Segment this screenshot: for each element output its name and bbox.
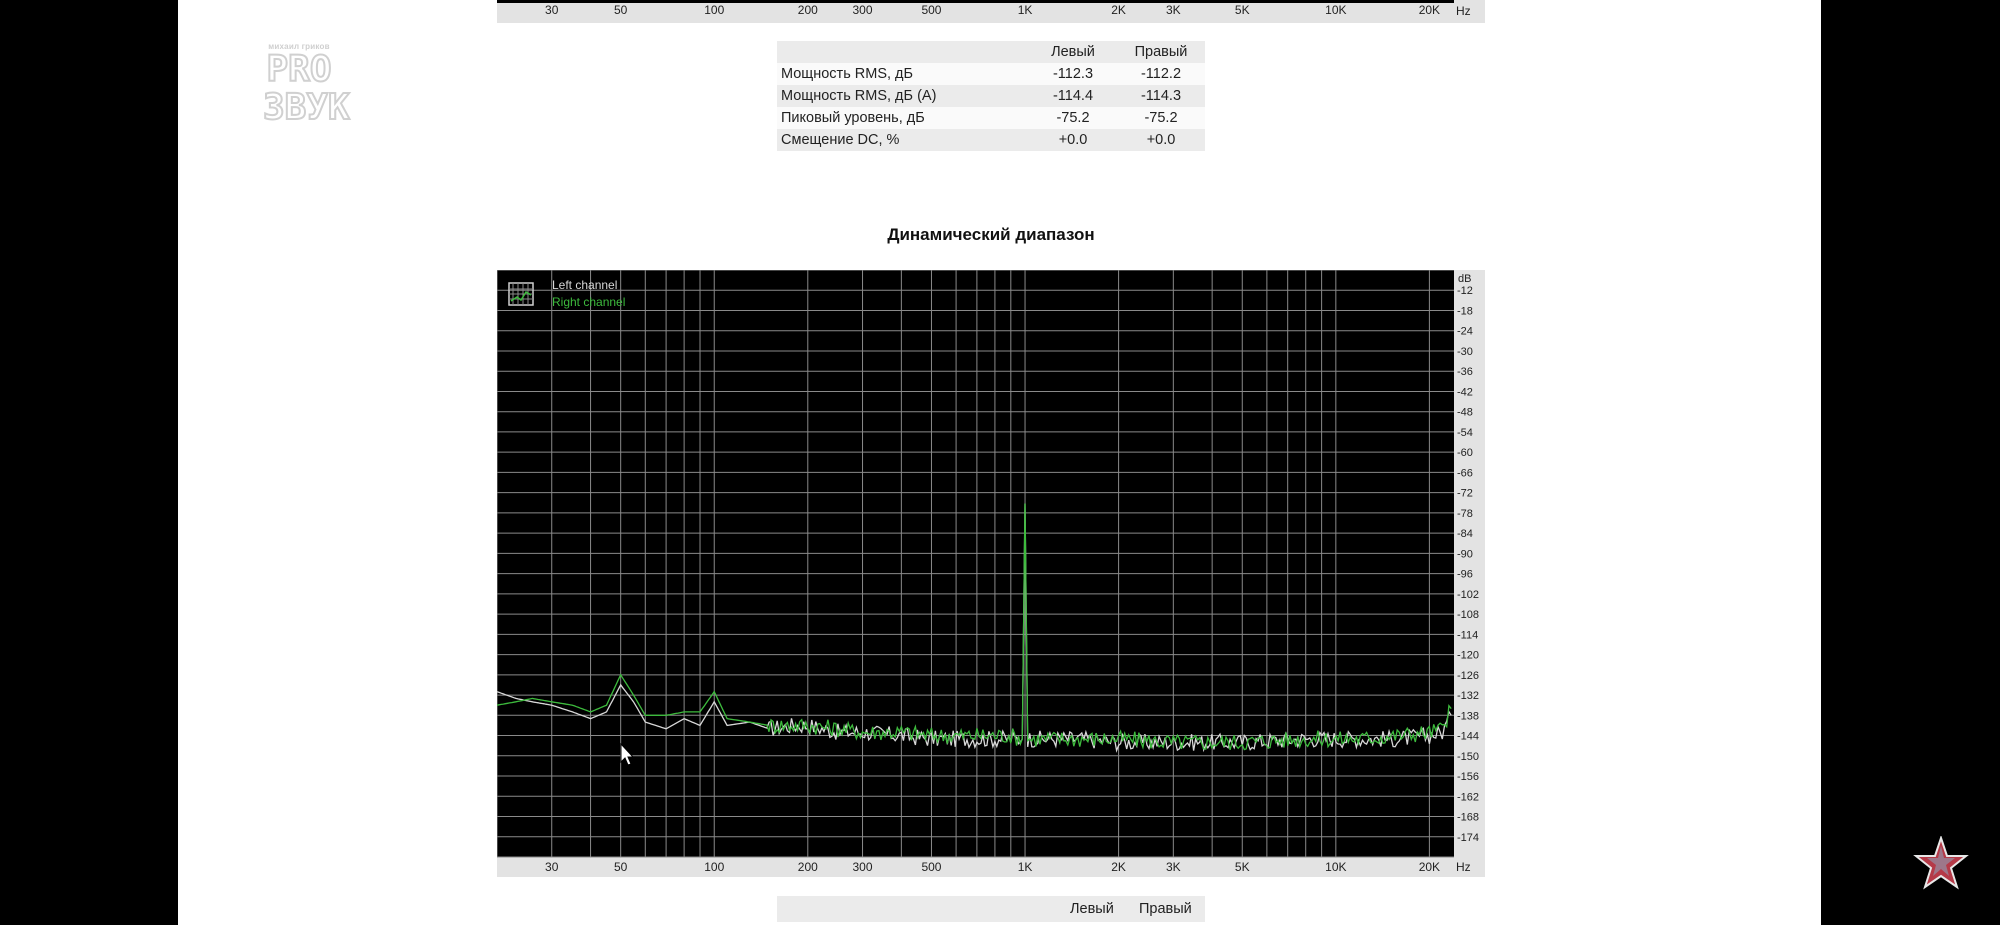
plot-background (497, 270, 1454, 857)
row-label: Смещение DC, % (777, 129, 1029, 151)
top-x-axis: 30 50 100 200 300 500 1K 2K 3K 5K 10K 20K Hz (497, 0, 1485, 23)
table-header-left: Левый (1029, 41, 1117, 63)
left-value: -75.2 (1029, 107, 1117, 129)
y-tick-label: -102 (1457, 589, 1479, 601)
table-row: Смещение DC, % +0.0 +0.0 (777, 129, 1205, 151)
y-tick-label: -54 (1457, 427, 1473, 439)
logo-line1: PRO (265, 49, 332, 90)
x-tick-label: 1K (1018, 860, 1033, 874)
left-value: -112.3 (1029, 63, 1117, 85)
y-tick-label: -156 (1457, 771, 1479, 783)
y-tick-label: -162 (1457, 791, 1479, 803)
stats-table: Левый Правый Мощность RMS, дБ -112.3 -11… (777, 41, 1205, 151)
y-tick-label: -108 (1457, 609, 1479, 621)
y-tick-label: -120 (1457, 650, 1479, 662)
y-tick-label: -42 (1457, 386, 1473, 398)
y-tick-label: -96 (1457, 569, 1473, 581)
x-unit-label: Hz (1456, 860, 1471, 874)
y-tick-label: -66 (1457, 467, 1473, 479)
chart-title: Динамический диапазон (887, 225, 1095, 244)
y-tick-label: -138 (1457, 710, 1479, 722)
bottom-table-header: Левый Правый (777, 896, 1205, 922)
bottom-header-left: Левый (1070, 901, 1114, 917)
x-tick-label: 2K (1111, 860, 1126, 874)
left-value: -114.4 (1029, 85, 1117, 107)
y-tick-label: -126 (1457, 670, 1479, 682)
logo-line2: ЗВУК (262, 87, 351, 128)
bottom-header-right: Правый (1139, 901, 1192, 917)
right-value: -114.3 (1117, 85, 1205, 107)
y-tick-label: -36 (1457, 366, 1473, 378)
x-tick-label: 100 (704, 3, 725, 17)
x-tick-label: 20K (1418, 3, 1441, 17)
y-tick-label: -60 (1457, 447, 1473, 459)
x-tick-label: 100 (704, 860, 724, 874)
x-tick-label: 2K (1111, 3, 1126, 17)
right-value: +0.0 (1117, 129, 1205, 151)
x-tick-label: 30 (545, 3, 559, 17)
x-tick-label: 200 (798, 860, 818, 874)
y-tick-label: -150 (1457, 751, 1479, 763)
row-label: Мощность RMS, дБ (A) (777, 85, 1029, 107)
x-tick-label: 20K (1419, 860, 1440, 874)
row-label: Мощность RMS, дБ (777, 63, 1029, 85)
x-tick-label: 10K (1325, 860, 1346, 874)
table-header-right: Правый (1117, 41, 1205, 63)
y-tick-label: -48 (1457, 407, 1473, 419)
table-header-empty (777, 41, 1029, 63)
x-tick-label: 300 (853, 860, 873, 874)
x-tick-label: 1K (1017, 3, 1033, 17)
x-tick-label: 300 (852, 3, 873, 17)
y-tick-label: -24 (1457, 326, 1473, 338)
x-tick-label: 10K (1325, 3, 1347, 17)
x-tick-label: 50 (613, 3, 628, 17)
y-tick-label: -12 (1457, 285, 1473, 297)
table-row: Пиковый уровень, дБ -75.2 -75.2 (777, 107, 1205, 129)
y-tick-label: -144 (1457, 731, 1479, 743)
y-tick-label: -132 (1457, 690, 1479, 702)
y-tick-label: -84 (1457, 528, 1473, 540)
x-unit-label: Hz (1456, 4, 1471, 18)
x-tick-label: 200 (797, 3, 818, 17)
table-row: Мощность RMS, дБ (A) -114.4 -114.3 (777, 85, 1205, 107)
y-tick-label: -72 (1457, 488, 1473, 500)
legend-left-channel: Left channel (552, 278, 617, 292)
row-label: Пиковый уровень, дБ (777, 107, 1029, 129)
y-tick-label: -90 (1457, 548, 1473, 560)
y-tick-label: -168 (1457, 812, 1479, 824)
spectrum-chart: -12 -18 -24 -30 -36 -42 -48 -54 -60 -66 -72 -78 -84 -… (497, 270, 1485, 877)
chart-bottom-edge (497, 0, 1454, 3)
x-tick-label: 30 (545, 860, 559, 874)
x-tick-label: 500 (921, 860, 941, 874)
y-tick-label: -78 (1457, 508, 1473, 520)
x-tick-label: 3K (1166, 860, 1181, 874)
y-tick-label: -174 (1457, 832, 1479, 844)
y-tick-label: -18 (1457, 305, 1473, 317)
left-value: +0.0 (1029, 129, 1117, 151)
x-tick-label: 500 (921, 3, 942, 17)
logo: михаил гриков PRO ЗВУК (262, 42, 351, 138)
x-tick-label: 50 (614, 860, 628, 874)
table-row: Мощность RMS, дБ -112.3 -112.2 (777, 63, 1205, 85)
right-value: -112.2 (1117, 63, 1205, 85)
right-value: -75.2 (1117, 107, 1205, 129)
y-tick-label: -114 (1457, 629, 1478, 641)
x-tick-label: 5K (1234, 3, 1250, 17)
y-tick-label: -30 (1457, 346, 1473, 358)
x-tick-label: 5K (1235, 860, 1250, 874)
y-axis-panel (1454, 270, 1485, 857)
table-header-row: Левый Правый (777, 41, 1205, 63)
x-tick-label: 3K (1165, 3, 1181, 17)
star-icon (1913, 836, 1969, 890)
y-unit-label: dB (1458, 273, 1471, 285)
legend-right-channel: Right channel (552, 295, 625, 309)
